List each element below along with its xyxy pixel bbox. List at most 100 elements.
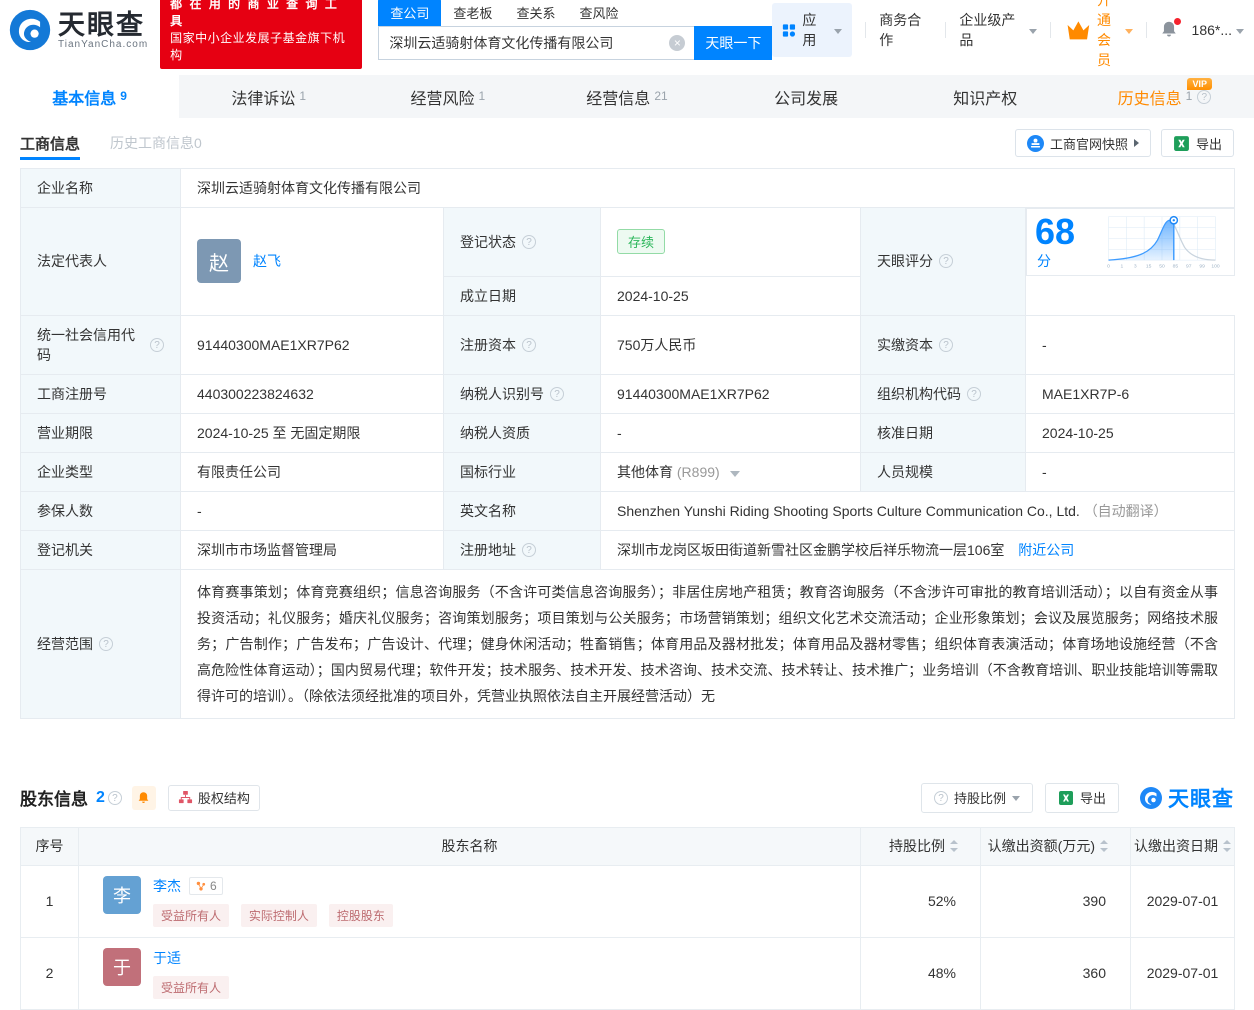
tianyancha-logo[interactable]: 天眼查 TianYanCha.com	[8, 8, 148, 52]
shareholders-header: 股东信息 2 股权结构 持股比例 导出	[20, 783, 1234, 813]
col-ratio-sort[interactable]: 持股比例	[861, 827, 981, 865]
insured-value: -	[181, 491, 444, 530]
tab-intellectual-property[interactable]: 知识产权	[896, 75, 1075, 118]
brand-name: 天眼查	[58, 11, 148, 39]
svg-text:1: 1	[1120, 263, 1123, 269]
top-header: 天眼查 TianYanCha.com 都 在 用 的 商 业 查 询 工 具 国…	[0, 0, 1254, 60]
address-label: 注册地址	[444, 530, 601, 569]
nav-enterprise-products[interactable]: 企业级产品	[959, 10, 1037, 50]
avatar[interactable]: 赵	[197, 239, 241, 283]
table-row: 2 于 于适 受益所有人 48% 360 2029-07-01	[21, 937, 1235, 1009]
paid-capital-value: -	[1026, 315, 1235, 374]
search-area: 查公司 查老板 查关系 查风险 天眼一下	[378, 0, 772, 60]
shareholder-tag: 受益所有人	[153, 904, 229, 927]
avatar[interactable]: 李	[103, 876, 141, 914]
tab-operation-info[interactable]: 经营信息21	[537, 75, 716, 118]
help-icon[interactable]	[939, 338, 953, 352]
shareholder-link[interactable]: 于适	[153, 948, 181, 968]
nav-business-cooperation[interactable]: 商务合作	[879, 10, 932, 50]
nearby-companies-link[interactable]: 附近公司	[1018, 542, 1074, 558]
est-date-label: 成立日期	[444, 276, 601, 315]
tab-basic-info[interactable]: 基本信息9	[0, 75, 179, 118]
help-icon[interactable]	[99, 637, 113, 651]
relation-count-badge[interactable]: 6	[189, 877, 223, 895]
tab-operation-risk[interactable]: 经营风险1	[358, 75, 537, 118]
ratio-value: 52%	[861, 865, 981, 937]
slogan-line2: 国家中小企业发展子基金旗下机构	[170, 30, 352, 64]
col-date-sort[interactable]: 认缴出资日期	[1131, 827, 1235, 865]
search-tab-company[interactable]: 查公司	[378, 0, 441, 26]
search-tab-boss[interactable]: 查老板	[441, 0, 504, 26]
table-row: 登记机关 深圳市市场监督管理局 注册地址 深圳市龙岗区坂田街道新雪社区金鹏学校后…	[21, 530, 1235, 569]
svg-text:100: 100	[1211, 263, 1220, 269]
score-unit: 分	[1037, 253, 1051, 269]
help-icon[interactable]	[967, 387, 981, 401]
amount-value: 390	[981, 865, 1131, 937]
shareholders-table-header: 序号 股东名称 持股比例 认缴出资额(万元) 认缴出资日期	[21, 827, 1235, 865]
shareholders-export-button[interactable]: 导出	[1045, 783, 1119, 813]
legal-rep-link[interactable]: 赵飞	[253, 251, 281, 271]
chevron-down-icon[interactable]	[730, 471, 740, 477]
shareholders-count: 2	[96, 789, 105, 807]
help-icon[interactable]	[939, 254, 953, 268]
notification-bell[interactable]	[1160, 20, 1179, 40]
industry-value: 其他体育 (R899)	[601, 452, 861, 491]
search-input[interactable]	[378, 26, 694, 60]
help-icon[interactable]	[1197, 90, 1211, 104]
chevron-down-icon	[1029, 29, 1037, 34]
taxpayer-quality-value: -	[601, 413, 861, 452]
search-button[interactable]: 天眼一下	[694, 26, 772, 60]
sort-icon	[1223, 840, 1231, 852]
svg-text:97: 97	[1186, 263, 1192, 269]
holding-ratio-filter[interactable]: 持股比例	[921, 783, 1033, 813]
stamp-icon	[1027, 135, 1044, 152]
search-tab-relation[interactable]: 查关系	[504, 0, 567, 26]
help-icon[interactable]	[108, 791, 122, 805]
paid-capital-label: 实缴资本	[861, 315, 1026, 374]
tab-history-info[interactable]: VIP 历史信息1	[1075, 75, 1254, 118]
equity-structure-button[interactable]: 股权结构	[168, 785, 260, 811]
row-index: 2	[21, 937, 79, 1009]
slogan-line1: 都 在 用 的 商 业 查 询 工 具	[170, 0, 352, 30]
table-row: 营业期限 2024-10-25 至 无固定期限 纳税人资质 - 核准日期 202…	[21, 413, 1235, 452]
date-value: 2029-07-01	[1131, 865, 1235, 937]
help-icon[interactable]	[522, 543, 536, 557]
address-value: 深圳市龙岗区坂田街道新雪社区金鹏学校后祥乐物流一层106室 附近公司	[601, 530, 1235, 569]
help-icon[interactable]	[522, 338, 536, 352]
date-value: 2029-07-01	[1131, 937, 1235, 1009]
help-icon[interactable]	[522, 235, 536, 249]
nav-user-account[interactable]: 186*...	[1192, 22, 1244, 38]
col-amount-sort[interactable]: 认缴出资额(万元)	[981, 827, 1131, 865]
est-date-value: 2024-10-25	[601, 276, 861, 315]
sort-icon	[950, 840, 958, 852]
tab-legal-litigation[interactable]: 法律诉讼1	[179, 75, 358, 118]
monitor-bell-button[interactable]	[132, 786, 156, 810]
export-button[interactable]: 导出	[1161, 129, 1234, 157]
company-type-label: 企业类型	[21, 452, 181, 491]
avatar[interactable]: 于	[103, 948, 141, 986]
table-row: 经营范围 体育赛事策划；体育竞赛组织；信息咨询服务（不含许可类信息咨询服务）；非…	[21, 569, 1235, 718]
svg-text:15: 15	[1145, 263, 1151, 269]
tianyancha-logo-icon	[1139, 786, 1163, 810]
table-row: 企业名称 深圳云适骑射体育文化传播有限公司	[21, 169, 1235, 208]
help-icon[interactable]	[550, 387, 564, 401]
org-code-label: 组织机构代码	[861, 374, 1026, 413]
tab-company-development[interactable]: 公司发展	[717, 75, 896, 118]
amount-value: 360	[981, 937, 1131, 1009]
status-badge: 存续	[617, 229, 665, 254]
help-icon[interactable]	[150, 338, 164, 352]
official-snapshot-button[interactable]: 工商官网快照	[1015, 129, 1151, 157]
search-tabs: 查公司 查老板 查关系 查风险	[378, 0, 772, 26]
subtab-business-info[interactable]: 工商信息	[20, 126, 80, 160]
shareholder-link[interactable]: 李杰	[153, 876, 181, 896]
excel-icon	[1173, 135, 1190, 152]
nav-open-vip[interactable]: 开通会员	[1064, 0, 1132, 70]
clear-icon[interactable]	[669, 35, 685, 51]
slogan-banner: 都 在 用 的 商 业 查 询 工 具 国家中小企业发展子基金旗下机构	[160, 0, 362, 69]
org-chart-icon	[178, 790, 193, 805]
nav-apps[interactable]: 应用	[772, 3, 852, 57]
chevron-down-icon	[1012, 796, 1020, 801]
subtab-history-business-info[interactable]: 历史工商信息0	[110, 126, 202, 160]
search-tab-risk[interactable]: 查风险	[567, 0, 630, 26]
company-name-value: 深圳云适骑射体育文化传播有限公司	[181, 169, 1235, 208]
